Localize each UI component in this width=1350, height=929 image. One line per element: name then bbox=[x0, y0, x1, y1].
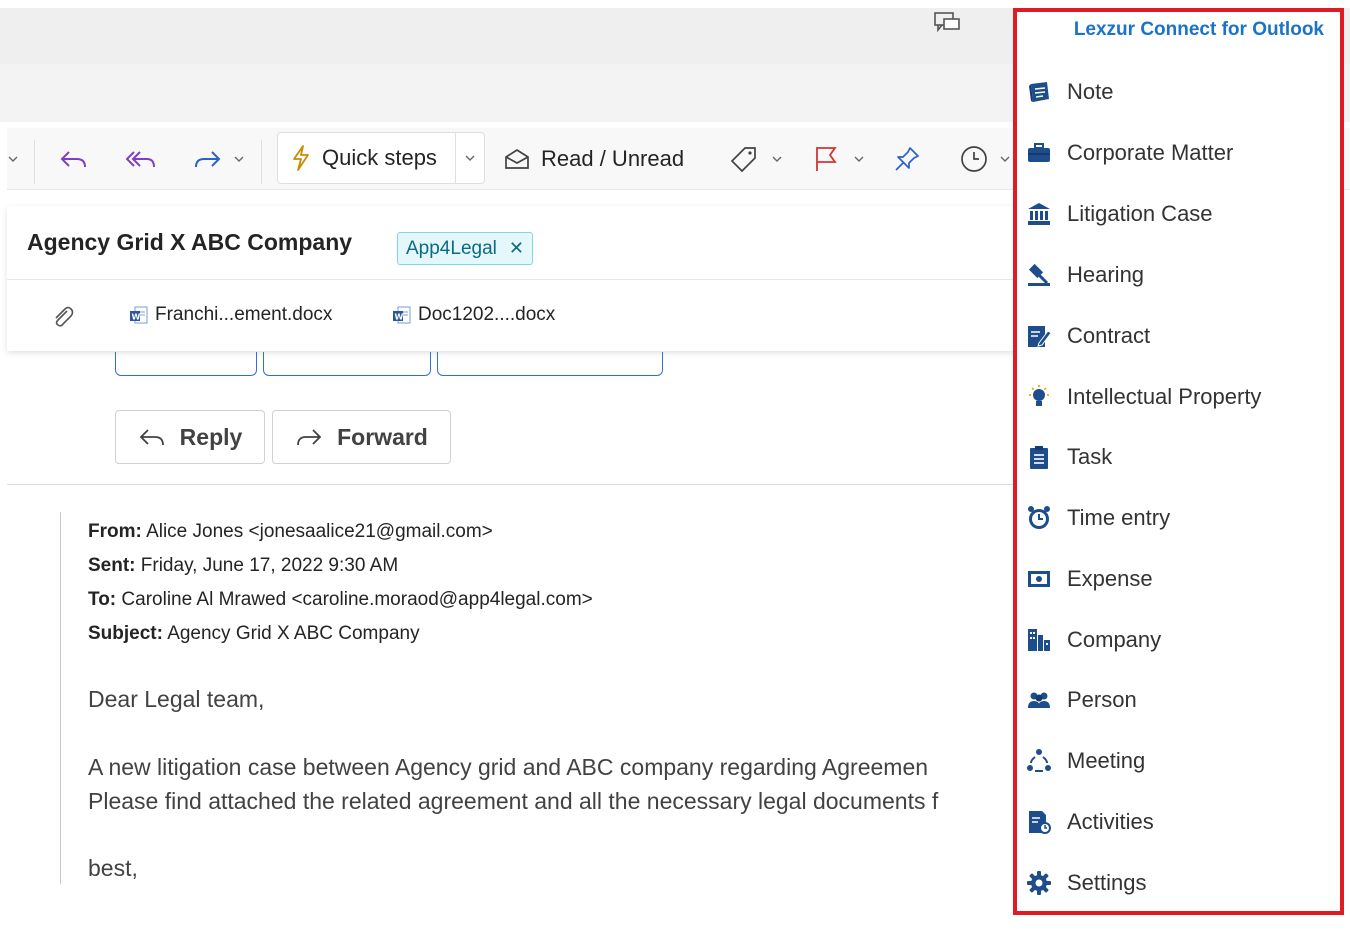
greeting: Dear Legal team, bbox=[88, 686, 265, 712]
menu-item-meeting[interactable]: Meeting bbox=[1025, 738, 1335, 784]
to-line: To: Caroline Al Mrawed <caroline.moraod@… bbox=[88, 589, 593, 610]
menu-item-company[interactable]: Company bbox=[1025, 617, 1335, 663]
gear-icon bbox=[1025, 869, 1053, 897]
menu-item-label: Expense bbox=[1067, 566, 1153, 591]
menu-item-label: Intellectual Property bbox=[1067, 384, 1262, 409]
menu-item-person[interactable]: Person bbox=[1025, 677, 1335, 723]
meeting-icon bbox=[1025, 747, 1053, 775]
people-icon bbox=[1025, 686, 1053, 714]
addin-menu-panel: Lexzur Connect for Outlook Note Corporat… bbox=[1013, 8, 1344, 915]
note-icon bbox=[1025, 78, 1053, 106]
menu-item-time-entry[interactable]: Time entry bbox=[1025, 495, 1335, 541]
menu-item-task[interactable]: Task bbox=[1025, 434, 1335, 480]
subject-line: Subject: Agency Grid X ABC Company bbox=[88, 623, 420, 644]
menu-item-note[interactable]: Note bbox=[1025, 69, 1335, 115]
closing: best, bbox=[88, 855, 138, 881]
menu-item-label: Hearing bbox=[1067, 262, 1145, 287]
outlook-window: Quick steps Read / Unread Agency Grid X … bbox=[0, 0, 1350, 929]
panel-title: Lexzur Connect for Outlook bbox=[1073, 19, 1324, 40]
briefcase-icon bbox=[1025, 139, 1053, 167]
menu-item-label: Task bbox=[1067, 444, 1113, 469]
quote-bar bbox=[60, 512, 61, 884]
menu-item-litigation-case[interactable]: Litigation Case bbox=[1025, 191, 1335, 237]
gavel-icon bbox=[1025, 261, 1053, 289]
sent-line: Sent: Friday, June 17, 2022 9:30 AM bbox=[88, 555, 399, 576]
menu-item-label: Activities bbox=[1067, 809, 1154, 834]
courthouse-icon bbox=[1025, 200, 1053, 228]
menu-item-expense[interactable]: Expense bbox=[1025, 556, 1335, 602]
menu-item-label: Corporate Matter bbox=[1067, 140, 1234, 165]
menu-item-hearing[interactable]: Hearing bbox=[1025, 252, 1335, 298]
menu-item-intellectual-property[interactable]: Intellectual Property bbox=[1025, 374, 1335, 420]
money-icon bbox=[1025, 565, 1053, 593]
menu-item-corporate-matter[interactable]: Corporate Matter bbox=[1025, 130, 1335, 176]
menu-item-contract[interactable]: Contract bbox=[1025, 313, 1335, 359]
clipboard-icon bbox=[1025, 443, 1053, 471]
menu-item-activities[interactable]: Activities bbox=[1025, 799, 1335, 845]
body-line: A new litigation case between Agency gri… bbox=[88, 754, 929, 780]
menu-item-label: Time entry bbox=[1067, 505, 1171, 530]
menu-item-label: Contract bbox=[1067, 323, 1151, 348]
menu-item-label: Litigation Case bbox=[1067, 201, 1213, 226]
menu-item-label: Meeting bbox=[1067, 748, 1146, 773]
lightbulb-icon bbox=[1025, 383, 1053, 411]
contract-edit-icon bbox=[1025, 322, 1053, 350]
menu-item-label: Company bbox=[1067, 627, 1162, 652]
message-body: From: Alice Jones <jonesaalice21@gmail.c… bbox=[0, 0, 1013, 929]
body-line: Please find attached the related agreeme… bbox=[88, 788, 939, 814]
menu-item-label: Person bbox=[1067, 687, 1137, 712]
building-icon bbox=[1025, 626, 1053, 654]
from-line: From: Alice Jones <jonesaalice21@gmail.c… bbox=[88, 521, 493, 542]
menu-item-label: Settings bbox=[1067, 870, 1147, 895]
menu-item-label: Note bbox=[1067, 79, 1114, 104]
activities-icon bbox=[1025, 808, 1053, 836]
menu-item-settings[interactable]: Settings bbox=[1025, 860, 1335, 906]
alarm-clock-icon bbox=[1025, 504, 1053, 532]
